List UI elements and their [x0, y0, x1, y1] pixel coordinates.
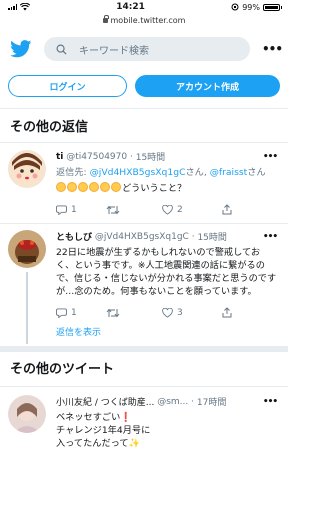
tweet-actions: 1 3: [56, 307, 278, 318]
heart-icon: [162, 307, 173, 318]
reply-button[interactable]: 1: [56, 308, 106, 318]
reply-to-user-link[interactable]: @fraisst: [210, 167, 248, 178]
tweet-header: 小川友紀 / つくば助産... @sm... · 17時間 •••: [56, 395, 278, 409]
avatar[interactable]: [8, 230, 46, 268]
status-bar: 14:21 99%: [0, 0, 288, 14]
tweet-time[interactable]: 15時間: [136, 150, 165, 163]
thinking-emoji-icon: [111, 182, 121, 192]
retweet-icon: [106, 308, 120, 317]
reply-icon: [56, 307, 67, 318]
orientation-lock-icon: [231, 3, 239, 11]
like-button[interactable]: 3: [162, 307, 222, 318]
section-title-other-tweets: その他のツイート: [10, 362, 115, 377]
user-handle[interactable]: @ti47504970: [66, 152, 127, 162]
status-left: [8, 3, 30, 11]
signup-button[interactable]: アカウント作成: [135, 75, 280, 97]
divider: [0, 386, 288, 387]
show-replies-link[interactable]: 返信を表示: [56, 325, 101, 338]
signal-icon: [8, 4, 17, 10]
tweet-reply-1[interactable]: ti @ti47504970 · 15時間 ••• 返信先: @jVd4HXB5…: [0, 150, 288, 215]
user-handle[interactable]: @sm...: [157, 397, 188, 407]
tweet-more-icon[interactable]: •••: [262, 152, 278, 162]
separator: ·: [129, 151, 133, 162]
like-count: 3: [177, 307, 183, 318]
avatar[interactable]: [8, 395, 46, 433]
share-button[interactable]: [222, 307, 232, 318]
battery-icon: [263, 3, 282, 11]
url-text: mobile.twitter.com: [110, 15, 186, 25]
twitter-logo-icon[interactable]: [10, 40, 32, 58]
thinking-emoji-icon: [56, 182, 66, 192]
divider: [0, 346, 288, 352]
reply-to-user-link[interactable]: @jVd4HXB5gsXq1gC: [90, 167, 186, 178]
reply-count: 1: [71, 307, 77, 318]
reply-count: 1: [71, 204, 77, 215]
reply-button[interactable]: 1: [56, 205, 106, 215]
reply-icon: [56, 204, 67, 215]
sweat-emoji-icon: [78, 182, 88, 192]
auth-buttons: ログイン アカウント作成: [0, 75, 288, 97]
section-title-replies: その他の返信: [10, 120, 89, 135]
url-bar[interactable]: mobile.twitter.com: [0, 14, 288, 26]
reply-to: 返信先: @jVd4HXB5gsXq1gCさん, @fraisstさん: [56, 167, 266, 178]
divider: [0, 108, 288, 109]
avatar[interactable]: [8, 150, 46, 188]
like-button[interactable]: 2: [162, 204, 222, 215]
user-name[interactable]: ti: [56, 152, 63, 162]
like-count: 2: [177, 204, 183, 215]
share-icon: [222, 204, 232, 215]
login-button[interactable]: ログイン: [8, 75, 127, 97]
tweet-text: ベネッセすごい❗ チャレンジ1年4月号に 入ってたんだって✨: [56, 412, 151, 449]
user-handle[interactable]: @jVd4HXB5gsXq1gC: [95, 232, 189, 242]
tweet-text: どういうこと？: [56, 182, 278, 195]
tweet-time[interactable]: 15時間: [197, 230, 226, 243]
user-name[interactable]: 小川友紀 / つくば助産...: [56, 395, 154, 408]
exclamation-emoji-icon: ❗: [120, 412, 132, 423]
more-menu-icon[interactable]: •••: [262, 42, 283, 56]
share-icon: [222, 307, 232, 318]
retweet-button[interactable]: [106, 308, 162, 318]
tweet-text: 22日に地震が生ずるかもしれないので警戒しておく、という事です。※人工地震関連の…: [56, 247, 277, 297]
tweet-other-1[interactable]: 小川友紀 / つくば助産... @sm... · 17時間 ••• ベネッセすご…: [0, 395, 288, 450]
retweet-icon: [106, 205, 120, 214]
user-name[interactable]: ともしび: [56, 230, 92, 243]
divider: [0, 223, 288, 224]
status-right: 99%: [231, 2, 282, 12]
tweet-header: ともしび @jVd4HXB5gsXq1gC · 15時間 •••: [56, 230, 278, 244]
show-replies-row: ·· 返信を表示: [0, 324, 288, 338]
thread-line: [26, 272, 28, 344]
share-button[interactable]: [222, 204, 232, 215]
tweet-reply-2[interactable]: ともしび @jVd4HXB5gsXq1gC · 15時間 ••• 22日に地震が…: [0, 230, 288, 344]
sweat-emoji-icon: [100, 182, 110, 192]
sweat-emoji-icon: [89, 182, 99, 192]
tweet-more-icon[interactable]: •••: [262, 232, 278, 242]
lock-icon: [102, 14, 109, 23]
top-bar: キーワード検索 •••: [0, 36, 288, 62]
status-time: 14:21: [116, 2, 145, 12]
heart-icon: [162, 204, 173, 215]
search-placeholder: キーワード検索: [79, 45, 149, 57]
sweat-emoji-icon: [67, 182, 77, 192]
tweet-actions: 1 2: [56, 204, 278, 215]
divider: [0, 142, 288, 143]
tweet-header: ti @ti47504970 · 15時間 •••: [56, 150, 278, 164]
tweet-more-icon[interactable]: •••: [262, 397, 278, 407]
sparkles-emoji-icon: ✨: [128, 438, 141, 449]
wifi-icon: [20, 3, 30, 11]
battery-percent: 99%: [242, 2, 260, 12]
separator: ·: [191, 396, 195, 407]
tweet-time[interactable]: 17時間: [197, 395, 226, 408]
search-icon: [56, 44, 67, 55]
retweet-button[interactable]: [106, 205, 162, 215]
separator: ·: [191, 231, 195, 242]
search-box[interactable]: キーワード検索: [44, 37, 250, 61]
